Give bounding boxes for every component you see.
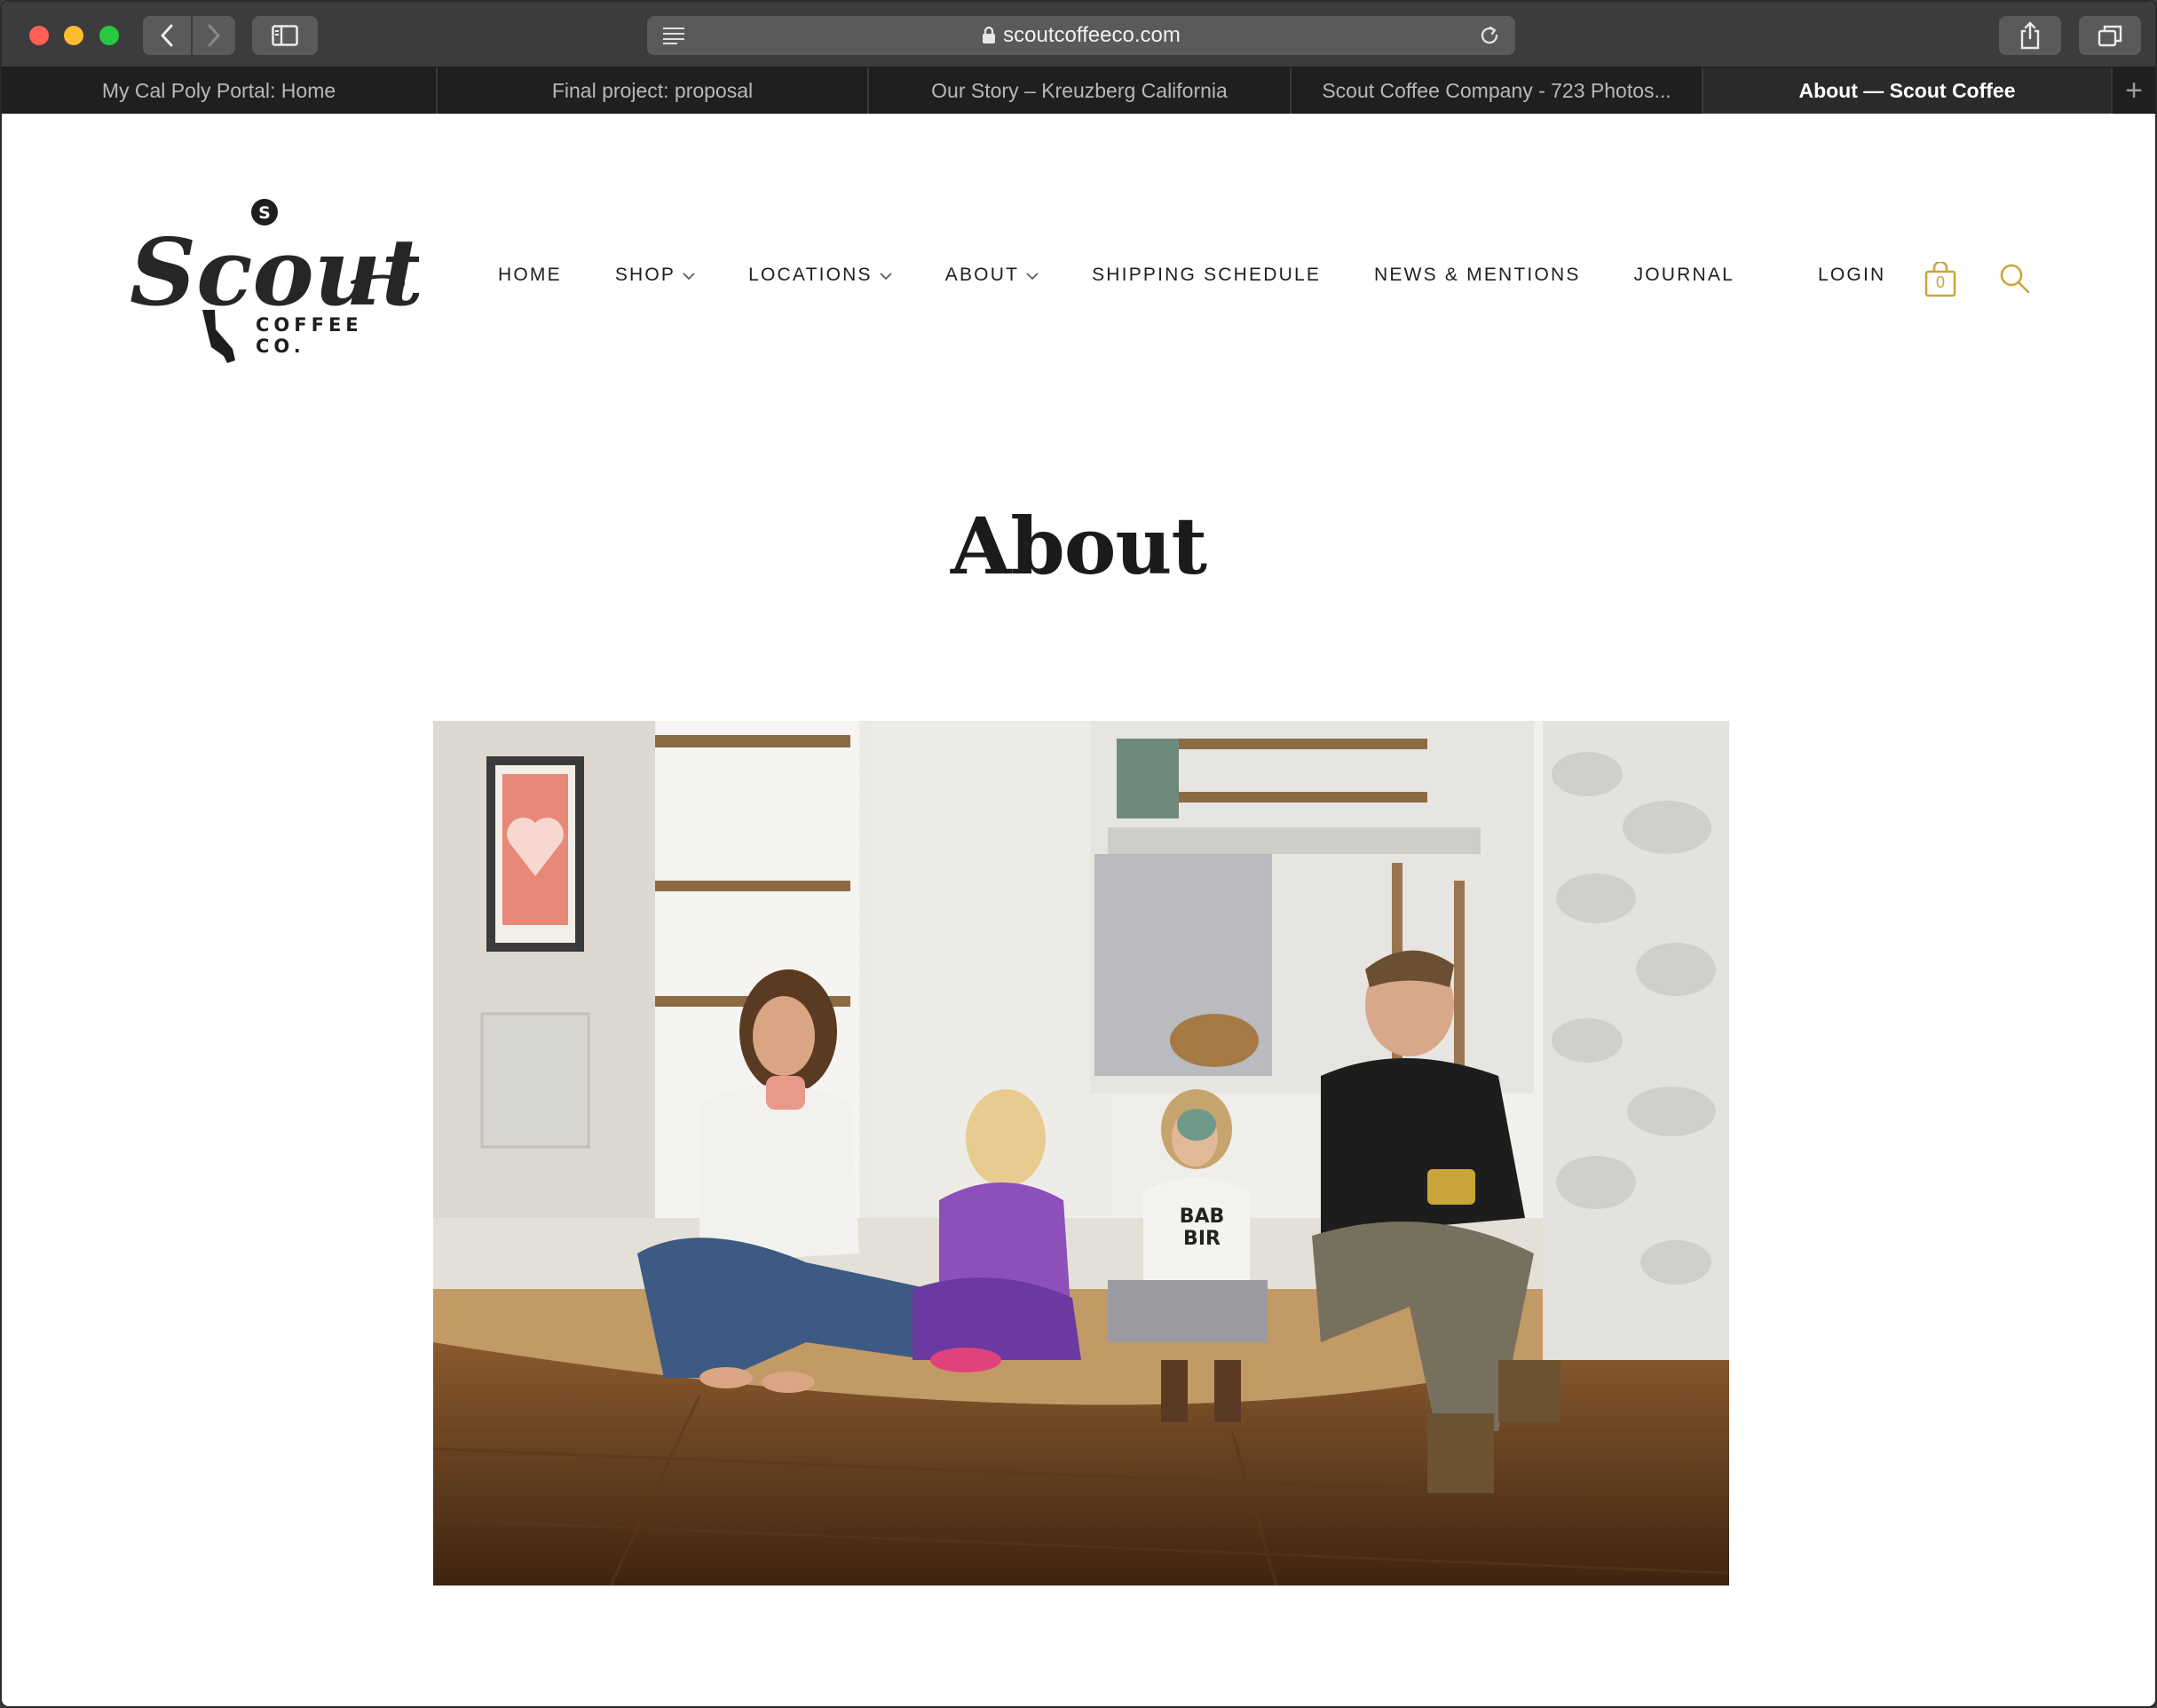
nav-about[interactable]: ABOUT	[945, 265, 1039, 286]
nav-label: LOCATIONS	[748, 265, 873, 285]
sidebar-toggle-button[interactable]	[252, 16, 318, 55]
tab-bar: My Cal Poly Portal: Home Final project: …	[2, 67, 2155, 114]
nav-shipping-schedule[interactable]: SHIPPING SCHEDULE	[1092, 265, 1321, 286]
nav-label: HOME	[498, 265, 562, 285]
main-nav: HOME SHOP LOCATIONS ABOUT SHIPPING SCHED…	[498, 265, 1788, 286]
cart-button[interactable]: 0	[1924, 260, 1956, 297]
new-tab-button[interactable]: +	[2113, 67, 2155, 114]
nav-label: SHOP	[614, 265, 676, 285]
share-icon	[2020, 21, 2040, 50]
shirt-text-line2: BIR	[1183, 1228, 1221, 1250]
chevron-right-icon	[208, 24, 220, 47]
lock-icon	[983, 27, 996, 43]
nav-label: NEWS & MENTIONS	[1374, 265, 1581, 285]
browser-window: scoutcoffeeco.com My Cal Poly Portal: Ho…	[0, 0, 2157, 1708]
sidebar-icon	[272, 25, 298, 46]
minimize-window-button[interactable]	[64, 26, 83, 45]
nav-label: ABOUT	[944, 265, 1020, 285]
tab-label: My Cal Poly Portal: Home	[101, 78, 336, 102]
address-bar[interactable]: scoutcoffeeco.com	[647, 16, 1515, 55]
web-page: S Scout COFFEE CO. HOME SHOP LOCATIONS A…	[2, 114, 2155, 1706]
nav-home[interactable]: HOME	[498, 265, 562, 286]
search-icon[interactable]	[1999, 263, 2031, 295]
tab-label: Our Story – Kreuzberg California	[931, 78, 1228, 102]
zoom-window-button[interactable]	[99, 26, 119, 45]
logo-script: Scout	[130, 217, 419, 327]
logo-line1: COFFEE	[256, 314, 363, 336]
login-link[interactable]: LOGIN	[1818, 265, 1885, 286]
chevron-left-icon	[161, 24, 173, 47]
tab-scout-photos[interactable]: Scout Coffee Company - 723 Photos...	[1292, 67, 1703, 114]
reload-icon[interactable]	[1478, 24, 1501, 47]
chevron-down-icon	[880, 272, 892, 280]
page-title: About	[950, 500, 1207, 592]
tab-final-project[interactable]: Final project: proposal	[438, 67, 869, 114]
plus-icon: +	[2125, 73, 2143, 107]
show-tabs-button[interactable]	[2079, 16, 2141, 55]
nav-locations[interactable]: LOCATIONS	[748, 265, 892, 286]
nav-label: SHIPPING SCHEDULE	[1092, 265, 1322, 285]
cart-count: 0	[1935, 273, 1945, 291]
tab-our-story[interactable]: Our Story – Kreuzberg California	[869, 67, 1292, 114]
nav-label: JOURNAL	[1633, 265, 1734, 285]
nav-journal[interactable]: JOURNAL	[1634, 265, 1734, 286]
url-text: scoutcoffeeco.com	[1003, 23, 1181, 47]
browser-toolbar: scoutcoffeeco.com	[2, 2, 2155, 67]
tab-label: About — Scout Coffee	[1798, 78, 2016, 102]
shirt-text-line1: BAB	[1180, 1206, 1225, 1228]
nav-news-mentions[interactable]: NEWS & MENTIONS	[1374, 265, 1581, 286]
scout-coffee-logo[interactable]: S Scout COFFEE CO.	[126, 198, 423, 367]
reader-view-icon	[663, 28, 684, 44]
tab-about-scout-coffee[interactable]: About — Scout Coffee	[1703, 67, 2113, 114]
nav-shop[interactable]: SHOP	[615, 265, 695, 286]
share-button[interactable]	[1999, 16, 2061, 55]
tab-cal-poly-portal[interactable]: My Cal Poly Portal: Home	[2, 67, 438, 114]
tab-label: Final project: proposal	[551, 78, 754, 102]
chevron-down-icon	[683, 272, 695, 280]
tab-label: Scout Coffee Company - 723 Photos...	[1322, 78, 1671, 102]
forward-button[interactable]	[193, 16, 235, 55]
logo-line2: CO.	[256, 336, 305, 357]
chevron-down-icon	[1026, 272, 1039, 280]
tabs-overview-icon	[2098, 25, 2122, 47]
back-button[interactable]	[143, 16, 191, 55]
close-window-button[interactable]	[29, 26, 49, 45]
hero-photo: BAB BIR	[433, 721, 1729, 1585]
